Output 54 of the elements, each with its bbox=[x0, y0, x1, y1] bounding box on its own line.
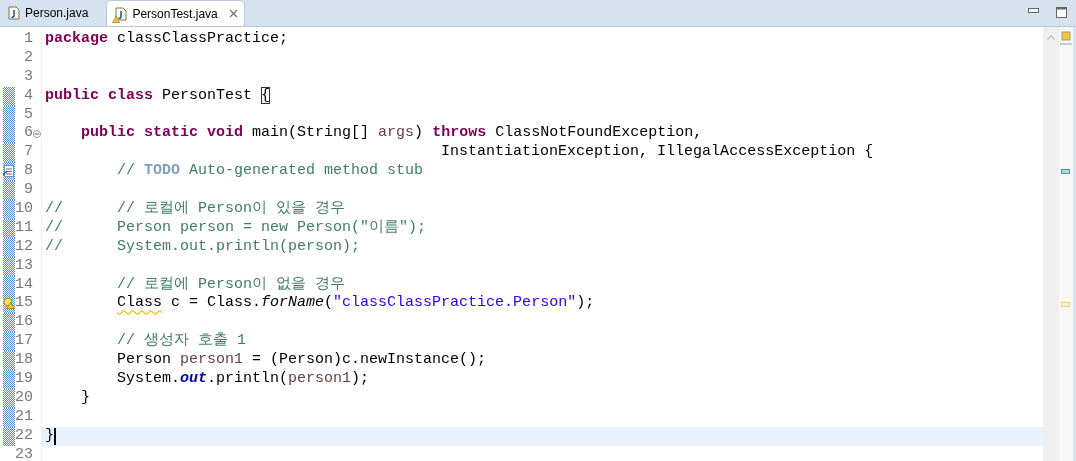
line-number: 22 bbox=[15, 426, 33, 446]
scroll-up-icon[interactable] bbox=[1047, 35, 1055, 40]
code-line: public class PersonTest { bbox=[45, 86, 271, 106]
tab-label: Person.java bbox=[25, 5, 89, 22]
line-number: 17 bbox=[15, 332, 33, 352]
code-line: Class c = Class.forName("classClassPractice.Person"); bbox=[116, 294, 595, 314]
line-number: 5 bbox=[24, 105, 33, 125]
line-number: 1 bbox=[24, 30, 33, 49]
line-number: 8 bbox=[24, 162, 33, 182]
editor-tab[interactable]: PersonTest.java bbox=[106, 0, 245, 26]
code-line: } bbox=[80, 388, 91, 408]
line-number: 23 bbox=[15, 445, 33, 461]
line-number: 20 bbox=[15, 388, 33, 408]
warning-summary-icon[interactable] bbox=[1060, 31, 1072, 45]
java-file-icon bbox=[8, 6, 20, 20]
text-cursor bbox=[54, 427, 56, 445]
code-line: // 생성자 호출 1 bbox=[116, 332, 247, 352]
code-line: // // 로컬에 Person이 있을 경우 bbox=[45, 200, 346, 219]
line-number: 14 bbox=[15, 275, 33, 295]
line-number: 3 bbox=[24, 67, 33, 87]
editor-tab[interactable]: Person.java bbox=[0, 0, 107, 26]
code-line: Person person1 = (Person)c.newInstance(); bbox=[116, 351, 487, 371]
overview-ruler[interactable] bbox=[1059, 27, 1073, 461]
line-number: 7 bbox=[24, 143, 33, 163]
code-line: System.out.println(person1); bbox=[116, 370, 370, 389]
line-number: 4 bbox=[24, 86, 33, 106]
overview-marker[interactable] bbox=[1061, 169, 1070, 175]
code-line: package classClassPractice; bbox=[45, 30, 289, 49]
line-number: 16 bbox=[15, 313, 33, 333]
collapse-icon[interactable] bbox=[33, 129, 41, 138]
code-line: // System.out.println(person); bbox=[45, 237, 361, 257]
java-file-icon bbox=[115, 6, 128, 21]
line-number: 6 bbox=[24, 124, 33, 144]
line-number: 12 bbox=[15, 237, 33, 257]
line-number: 15 bbox=[15, 294, 33, 314]
code-line: // TODO Auto-generated method stub bbox=[116, 162, 424, 182]
maximize-icon[interactable] bbox=[1056, 7, 1067, 18]
close-icon[interactable] bbox=[228, 9, 238, 18]
line-number: 2 bbox=[24, 48, 33, 68]
tab-label: PersonTest.java bbox=[132, 5, 218, 23]
code-line: InstantiationException, IllegalAccessException { bbox=[440, 143, 874, 163]
line-number: 11 bbox=[15, 218, 33, 238]
line-number: 19 bbox=[15, 370, 33, 389]
code-line: // 로컬에 Person이 없을 경우 bbox=[116, 275, 346, 295]
code-line: // Person person = new Person("이름"); bbox=[45, 218, 427, 238]
line-number: 9 bbox=[24, 181, 33, 200]
code-line: public static void main(String[] args) throws ClassNotFoundException, bbox=[80, 124, 703, 144]
line-number: 18 bbox=[15, 351, 33, 371]
line-number: 10 bbox=[15, 200, 33, 219]
minimize-icon[interactable] bbox=[1028, 8, 1039, 13]
line-number: 13 bbox=[15, 256, 33, 276]
vertical-scrollbar[interactable] bbox=[1043, 27, 1059, 461]
code-line: } bbox=[45, 426, 54, 446]
line-number: 21 bbox=[15, 407, 33, 427]
